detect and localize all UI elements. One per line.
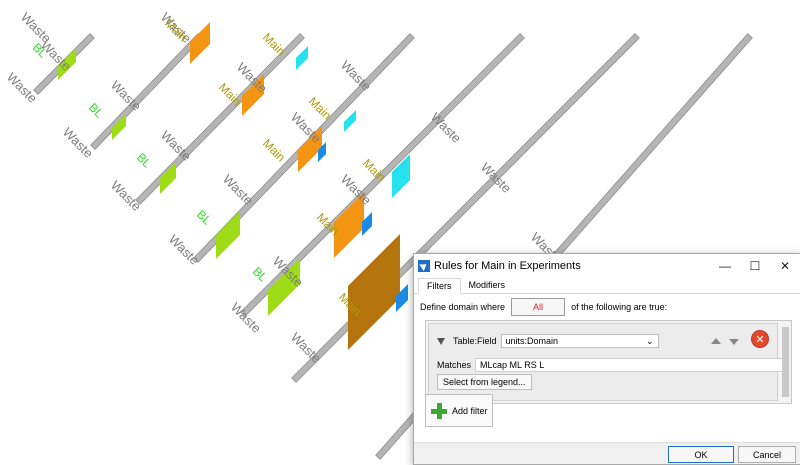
delete-filter-icon[interactable]: ✕	[751, 330, 769, 348]
pipe-line	[91, 34, 202, 149]
waste-label: Waste	[4, 70, 40, 106]
field-select[interactable]: units:Domain ⌄	[500, 334, 659, 348]
waste-label: Waste	[228, 300, 264, 336]
tab-modifiers[interactable]: Modifiers	[461, 278, 514, 293]
field-value: units:Domain	[505, 336, 559, 346]
domain-block	[348, 234, 400, 351]
domain-block	[296, 46, 308, 71]
domain-block	[344, 110, 356, 133]
chevron-down-icon: ⌄	[645, 335, 654, 346]
bl-label: BL	[194, 207, 215, 228]
table-field-label: Table:Field	[453, 336, 497, 346]
main-label: Main	[260, 136, 288, 164]
matches-input[interactable]: MLcap ML RS L	[475, 358, 784, 372]
scrollbar[interactable]	[782, 327, 789, 397]
domain-block	[216, 211, 240, 259]
define-suffix: of the following are true:	[571, 302, 668, 312]
waste-label: Waste	[18, 10, 54, 46]
add-filter-button[interactable]: Add filter	[425, 394, 493, 427]
bl-label: BL	[250, 264, 271, 285]
move-down-icon[interactable]	[729, 339, 739, 345]
app-icon	[418, 260, 430, 272]
define-prefix: Define domain where	[420, 302, 506, 312]
rules-dialog: Rules for Main in Experiments — ☐ ✕ Filt…	[413, 253, 800, 465]
filter-item: Table:Field units:Domain ⌄ ✕ Matches MLc…	[428, 323, 784, 401]
bl-label: BL	[134, 150, 155, 171]
maximize-icon[interactable]: ☐	[740, 254, 770, 278]
dialog-titlebar[interactable]: Rules for Main in Experiments — ☐ ✕	[414, 254, 800, 278]
tab-filters[interactable]: Filters	[418, 278, 461, 294]
ok-button[interactable]: OK	[668, 446, 734, 463]
minimize-icon[interactable]: —	[710, 254, 740, 278]
select-from-legend-button[interactable]: Select from legend...	[437, 374, 532, 390]
waste-label: Waste	[60, 125, 96, 161]
bl-label: BL	[86, 100, 107, 121]
filter-list: Table:Field units:Domain ⌄ ✕ Matches MLc…	[425, 320, 792, 404]
domain-block	[190, 22, 210, 65]
waste-label: Waste	[166, 232, 202, 268]
cancel-button[interactable]: Cancel	[738, 446, 796, 463]
move-up-icon[interactable]	[711, 338, 721, 344]
collapse-icon[interactable]	[437, 337, 445, 345]
all-dropdown[interactable]: All	[511, 298, 566, 316]
waste-label: Waste	[108, 178, 144, 214]
add-filter-label: Add filter	[452, 405, 488, 416]
dialog-footer: OK Cancel	[414, 442, 800, 464]
waste-label: Waste	[288, 330, 324, 366]
close-icon[interactable]: ✕	[770, 254, 800, 278]
matches-label: Matches	[437, 360, 472, 370]
plus-icon	[430, 402, 448, 420]
dialog-tabs: Filters Modifiers	[414, 278, 800, 294]
dialog-title: Rules for Main in Experiments	[434, 260, 581, 272]
waste-label: Waste	[220, 172, 256, 208]
define-domain-row: Define domain where All of the following…	[420, 298, 667, 316]
waste-label: Waste	[338, 58, 374, 94]
